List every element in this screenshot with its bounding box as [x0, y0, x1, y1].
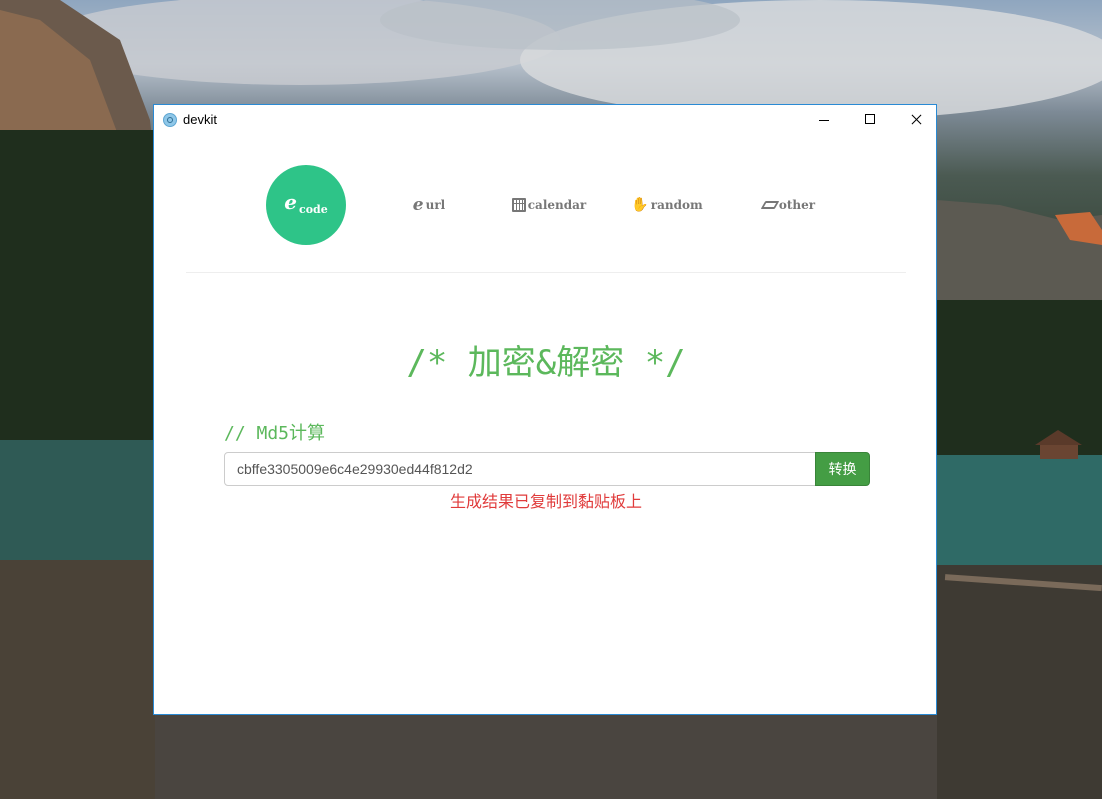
nav-item-calendar[interactable]: calendar — [509, 165, 589, 245]
minimize-button[interactable] — [801, 105, 847, 135]
nav-item-label: calendar — [527, 198, 587, 212]
nav-item-other[interactable]: other — [759, 165, 819, 245]
nav-item-label: url — [425, 198, 446, 212]
nav-item-label: code — [299, 202, 328, 216]
app-window: devkit e code e url calendar ✋ random ot… — [153, 104, 937, 715]
nav-item-code[interactable]: e code — [266, 165, 346, 245]
calendar-icon — [511, 198, 526, 212]
close-button[interactable] — [893, 105, 939, 135]
nav-item-label: random — [650, 198, 703, 212]
nav-item-random[interactable]: ✋ random — [631, 165, 703, 245]
section-label-md5: // Md5计算 — [224, 423, 326, 444]
ie-icon: e — [284, 190, 297, 214]
maximize-button[interactable] — [847, 105, 893, 135]
page-title: /* 加密&解密 */ — [406, 343, 686, 383]
md5-input[interactable] — [224, 452, 816, 486]
app-icon — [163, 113, 177, 127]
md5-input-group: 转换 — [224, 452, 870, 487]
window-title: devkit — [183, 112, 217, 127]
eraser-icon — [760, 201, 780, 209]
nav-divider — [186, 272, 906, 273]
nav-item-url[interactable]: e url — [404, 165, 454, 245]
nav-item-label: other — [778, 198, 816, 212]
top-nav: e code e url calendar ✋ random other — [154, 135, 936, 245]
convert-button[interactable]: 转换 — [815, 452, 870, 486]
title-bar[interactable]: devkit — [154, 105, 936, 135]
hand-icon: ✋ — [631, 197, 649, 213]
ie-icon: e — [412, 194, 424, 215]
status-message: 生成结果已复制到黏贴板上 — [449, 492, 642, 511]
